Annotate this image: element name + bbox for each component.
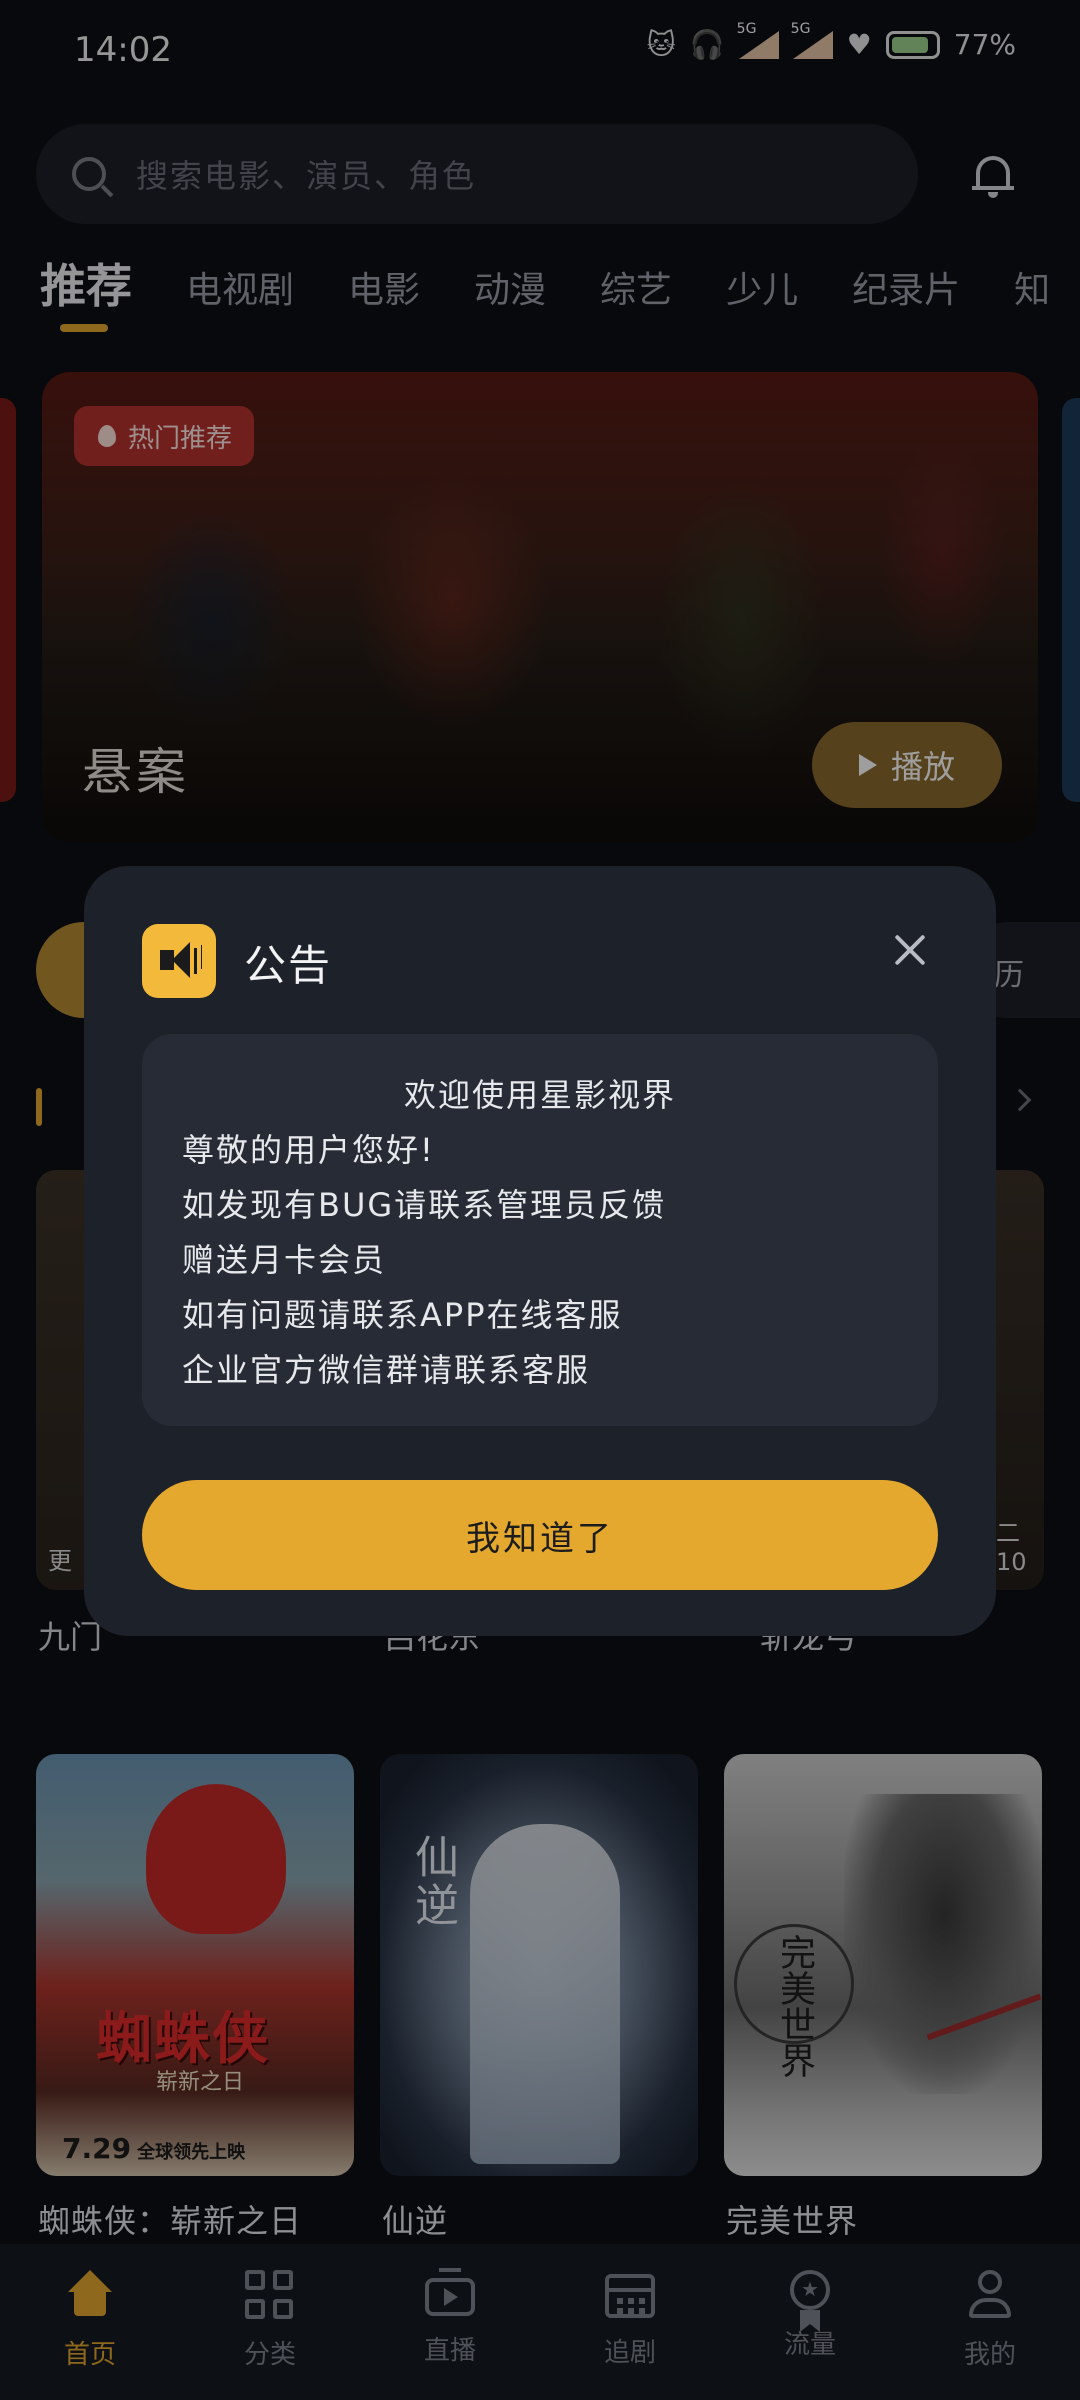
close-icon[interactable] xyxy=(888,928,932,972)
announcement-line: 赠送月卡会员 xyxy=(182,1241,387,1279)
announcement-line: 企业官方微信群请联系客服 xyxy=(182,1351,591,1389)
announcement-dialog: 公告 欢迎使用星影视界 尊敬的用户您好! 如发现有BUG请联系管理员反馈 赠送月… xyxy=(84,866,996,1636)
announcement-line: 如有问题请联系APP在线客服 xyxy=(182,1296,623,1334)
announcement-line: 尊敬的用户您好! xyxy=(182,1131,435,1169)
megaphone-icon xyxy=(142,924,216,998)
dialog-title: 公告 xyxy=(244,941,333,990)
announcement-line: 如发现有BUG请联系管理员反馈 xyxy=(182,1186,667,1224)
announcement-content: 欢迎使用星影视界 尊敬的用户您好! 如发现有BUG请联系管理员反馈 赠送月卡会员… xyxy=(142,1034,938,1426)
confirm-button[interactable]: 我知道了 xyxy=(142,1480,938,1590)
announcement-heading: 欢迎使用星影视界 xyxy=(403,1076,676,1114)
